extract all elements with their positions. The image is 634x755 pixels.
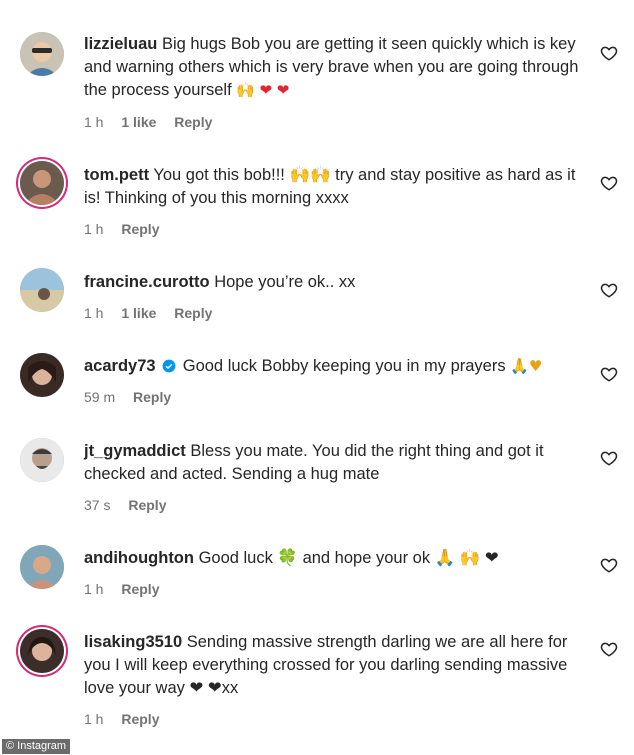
comment-username[interactable]: tom.pett bbox=[84, 166, 149, 184]
avatar[interactable] bbox=[20, 353, 64, 397]
comment-time: 1 h bbox=[84, 114, 104, 130]
comment-time: 1 h bbox=[84, 305, 104, 321]
comment-emoji: 🙏♥ bbox=[510, 357, 543, 375]
emoji-heart: ❤ bbox=[259, 81, 273, 99]
heart-icon[interactable] bbox=[600, 44, 618, 62]
instagram-watermark: © Instagram bbox=[2, 739, 71, 754]
avatar[interactable] bbox=[20, 629, 64, 673]
reply-button[interactable]: Reply bbox=[133, 389, 171, 405]
comment-text: Good luck Bobby keeping you in my prayer… bbox=[182, 357, 506, 375]
verified-badge-icon bbox=[162, 359, 176, 373]
comment-likes[interactable]: 1 like bbox=[121, 305, 156, 321]
comment-username[interactable]: lizzieluau bbox=[84, 35, 157, 53]
comment-time: 1 h bbox=[84, 581, 104, 597]
avatar[interactable] bbox=[20, 32, 64, 76]
heart-icon[interactable] bbox=[600, 640, 618, 658]
comment-username[interactable]: andihoughton bbox=[84, 549, 194, 567]
comment-time: 1 h bbox=[84, 711, 104, 727]
comment-username[interactable]: jt_gymaddict bbox=[84, 442, 186, 460]
reply-button[interactable]: Reply bbox=[174, 114, 212, 130]
comment-likes[interactable]: 1 like bbox=[121, 114, 156, 130]
avatar[interactable] bbox=[20, 268, 64, 312]
emoji-raised-hands: 🙌 bbox=[236, 81, 255, 99]
heart-icon[interactable] bbox=[600, 281, 618, 299]
comment-username[interactable]: francine.curotto bbox=[84, 273, 210, 291]
emoji-heart: ❤ bbox=[276, 81, 290, 99]
avatar[interactable] bbox=[20, 545, 64, 589]
heart-icon[interactable] bbox=[600, 365, 618, 383]
reply-button[interactable]: Reply bbox=[121, 711, 159, 727]
reply-button[interactable]: Reply bbox=[174, 305, 212, 321]
heart-icon[interactable] bbox=[600, 174, 618, 192]
comment-text: Hope you’re ok.. xx bbox=[214, 273, 356, 291]
comment-username[interactable]: acardy73 bbox=[84, 357, 156, 375]
comment-time: 59 m bbox=[84, 389, 116, 405]
avatar[interactable] bbox=[20, 438, 64, 482]
reply-button[interactable]: Reply bbox=[128, 497, 166, 513]
comment-time: 37 s bbox=[84, 497, 111, 513]
heart-icon[interactable] bbox=[600, 556, 618, 574]
comment-text: Good luck 🍀 and hope your ok 🙏 🙌 ❤ bbox=[198, 549, 499, 567]
reply-button[interactable]: Reply bbox=[121, 221, 159, 237]
heart-icon[interactable] bbox=[600, 449, 618, 467]
comment-username[interactable]: lisaking3510 bbox=[84, 633, 182, 651]
reply-button[interactable]: Reply bbox=[121, 581, 159, 597]
avatar[interactable] bbox=[20, 161, 64, 205]
comment-text: Big hugs Bob you are getting it seen qui… bbox=[84, 35, 579, 99]
comment-time: 1 h bbox=[84, 221, 104, 237]
comment-text: You got this bob!!! 🙌🙌 try and stay posi… bbox=[84, 166, 576, 207]
